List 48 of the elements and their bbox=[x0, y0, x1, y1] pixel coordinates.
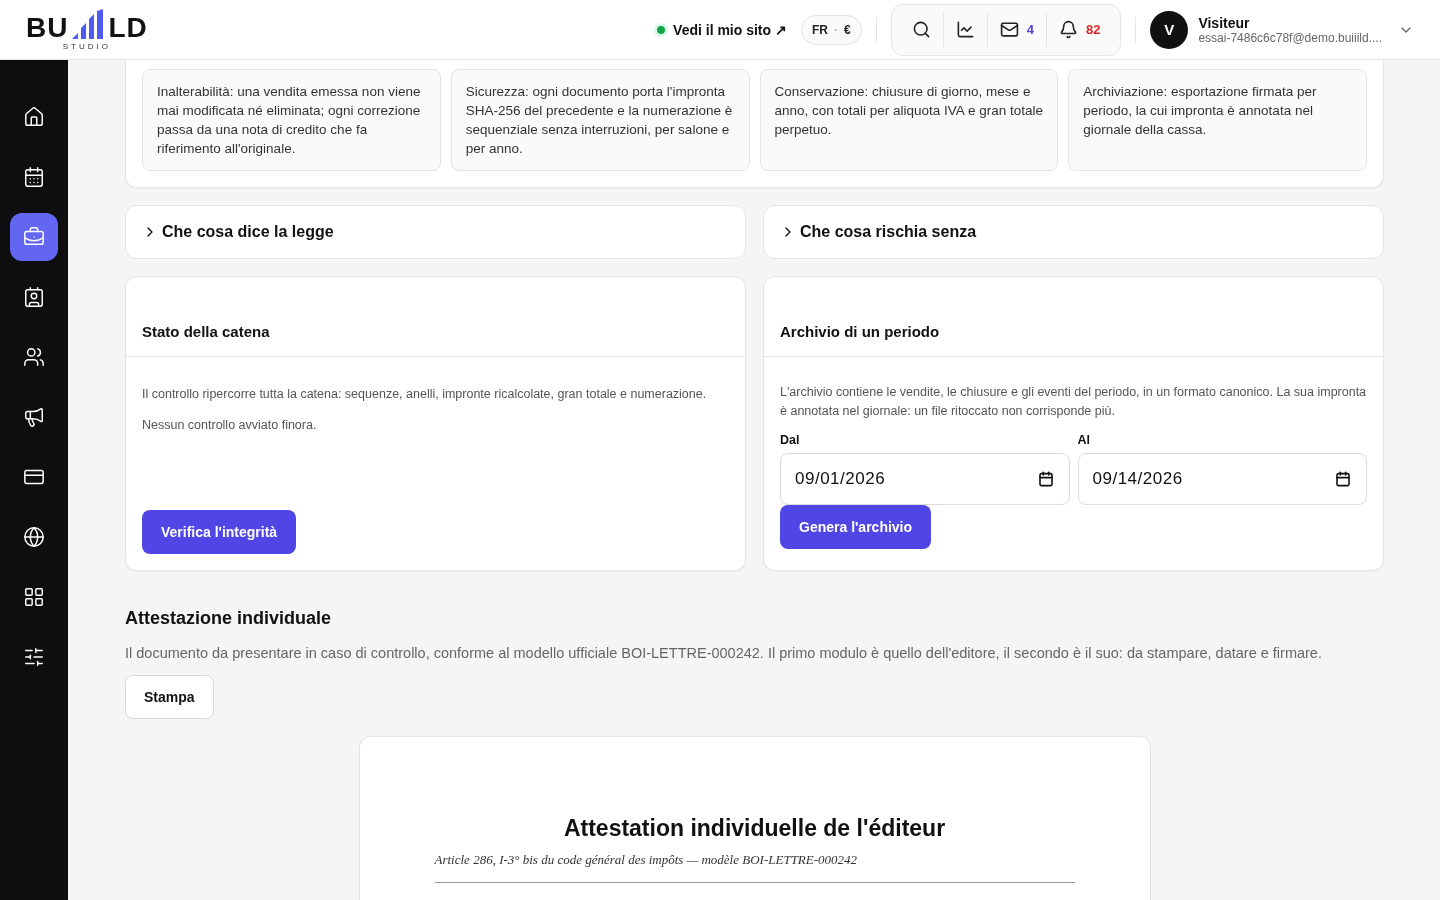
calendar-icon[interactable] bbox=[1335, 471, 1351, 487]
globe-icon bbox=[23, 526, 45, 548]
date-field[interactable]: 09/14/2026 bbox=[1077, 453, 1367, 505]
id-card-icon bbox=[23, 286, 45, 308]
user-name: Visiteur bbox=[1198, 14, 1251, 31]
users-icon bbox=[23, 346, 45, 368]
bell-icon bbox=[1058, 20, 1078, 39]
principle-text: Inalterabilità: una vendita emessa non viene mai modificata né eliminata; ogni correzione passa da una nota di credito che fa riferimento all'originale. bbox=[142, 69, 441, 171]
section-title: Attestazione individuale bbox=[125, 608, 333, 629]
collapsible-header[interactable]: Che cosa dice la legge bbox=[125, 205, 746, 259]
verify-button[interactable]: Verifica l'integrità bbox=[142, 510, 297, 554]
principle-text: Conservazione: chiusure di giorno, mese e anno, con totali per aliquota IVA e gran totale perpetuo. bbox=[759, 69, 1059, 171]
logo-subtitle: STUDIO bbox=[62, 41, 111, 51]
search-icon bbox=[911, 20, 931, 39]
field-label: Al bbox=[1077, 433, 1091, 447]
envelope-icon bbox=[999, 20, 1019, 39]
principle-text: Sicurezza: ogni documento porta l'impronta SHA-256 del precedente e la numerazione è sequenziale senza interruzioni, per salone e per anno. bbox=[450, 69, 750, 171]
grid-icon bbox=[23, 586, 45, 608]
logo-text: LD bbox=[108, 14, 148, 41]
calendar-icon[interactable] bbox=[1037, 471, 1054, 487]
principle-text: Archiviazione: esportazione firmata per periodo, la cui impronta è annotata nel giornale della cassa. bbox=[1068, 69, 1367, 171]
status-text: Nessun controllo avviato finora. bbox=[142, 417, 318, 434]
sliders-icon bbox=[23, 646, 45, 668]
notifications-button[interactable]: 82 bbox=[1045, 12, 1113, 47]
home-icon bbox=[23, 106, 45, 128]
print-button[interactable]: Stampa bbox=[125, 675, 214, 719]
date-field[interactable]: 09/01/2026 bbox=[780, 453, 1070, 505]
document-subtitle: Article 286, I-3° bis du code général des impôts — modèle BOI-LETTRE-000242 bbox=[434, 852, 1075, 883]
calendar-icon bbox=[23, 166, 45, 188]
panel-title: Stato della catena bbox=[126, 277, 745, 357]
line-chart-icon bbox=[955, 20, 975, 39]
view-site-link[interactable]: Vedi il mio sito ↗ bbox=[657, 21, 787, 38]
logo-text: BU bbox=[26, 14, 69, 41]
field-label: Dal bbox=[780, 433, 801, 447]
document-title: Attestation individuelle de l'éditeur bbox=[562, 815, 947, 842]
collapsible-header[interactable]: Che cosa rischia senza bbox=[763, 205, 1384, 259]
language-currency-button[interactable]: FR · € bbox=[801, 14, 862, 45]
user-email: essai-7486c6c78f@demo.buiiild.... bbox=[1198, 30, 1382, 45]
section-description: Il documento da presentare in caso di controllo, conforme al modello ufficiale BOI-LETTRE-000242. Il primo modulo è quello dell'editore, il secondo è il suo: da stampare, datare e firmare. bbox=[125, 644, 1323, 663]
panel-title: Archivio di un periodo bbox=[764, 277, 1383, 357]
panel-description: Il controllo ripercorre tutta la catena: sequenze, anelli, impronte ricalcolate, gran totale e numerazione. bbox=[142, 386, 708, 403]
sidebar-item[interactable] bbox=[10, 213, 58, 261]
generate-archive-button[interactable]: Genera l'archivio bbox=[780, 505, 932, 549]
briefcase-icon bbox=[23, 226, 45, 248]
user-avatar[interactable]: V bbox=[1150, 10, 1189, 49]
messages-button[interactable]: 4 bbox=[986, 12, 1046, 47]
panel-description: L'archivio contiene le vendite, le chiusure e gli eventi del periodo, in un formato canonico. La sua impronta è annotata nel giornale: un file ritoccato non corrisponde più. bbox=[780, 384, 1367, 420]
megaphone-icon bbox=[23, 406, 45, 428]
